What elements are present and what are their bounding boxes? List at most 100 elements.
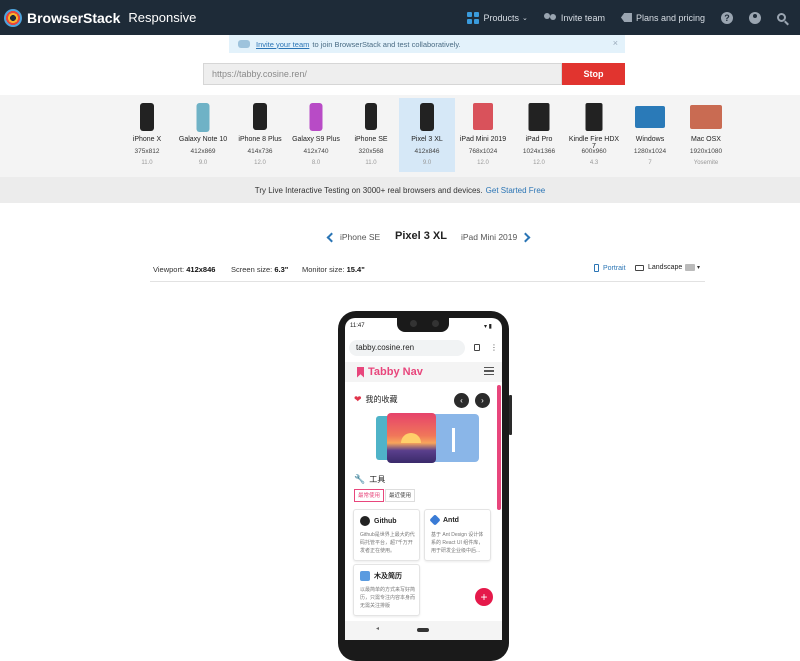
close-icon[interactable]: × [613, 38, 618, 48]
stop-button[interactable]: Stop [562, 63, 625, 85]
more-vert-icon[interactable]: ⋮ [490, 343, 498, 352]
tool-card-resume[interactable]: 木及简历 以最简单的方式来写好简历，只需专注内容本身而无需关注排版 [353, 564, 420, 616]
antd-icon [429, 514, 441, 526]
device-ipad-mini-2019[interactable]: iPad Mini 2019 768x1024 12.0 [455, 98, 511, 172]
grid-icon [466, 11, 479, 24]
tab-most-used[interactable]: 最常使用 [354, 489, 385, 502]
device-os-version: 7 [648, 160, 652, 166]
tool-description: 以最简单的方式来写好简历，只需专注内容本身而无需关注排版 [360, 587, 416, 609]
viewport-label: Viewport: [153, 265, 185, 274]
device-os-version: Yosemite [693, 160, 719, 166]
device-strip: iPhone X 375x812 11.0 Galaxy Note 10 412… [0, 95, 800, 177]
add-button[interactable]: + [475, 588, 493, 606]
device-name: Galaxy Note 10 [178, 136, 228, 143]
favorite-card-image[interactable] [431, 414, 479, 462]
device-name: Pixel 3 XL [411, 136, 443, 143]
device-name: iPhone 8 Plus [238, 136, 282, 143]
help-button[interactable]: ? [721, 11, 733, 24]
landscape-toggle[interactable]: Landscape [635, 264, 682, 271]
screen-options-dropdown[interactable]: ▾ [685, 264, 700, 271]
device-os-version: 9.0 [198, 160, 208, 166]
tool-card-title: Github [360, 516, 397, 526]
live-testing-banner: Try Live Interactive Testing on 3000+ re… [0, 177, 800, 203]
tabs-icon[interactable] [474, 344, 480, 351]
phone-side-button [509, 395, 512, 435]
invite-team-banner-link[interactable]: Invite your team [256, 40, 309, 49]
device-resolution: 320x568 [358, 148, 384, 155]
tool-card-github[interactable]: Github Github是世界上最大的代码托管平台，超7千万开发者正在使用。 [353, 509, 420, 561]
device-galaxy-note-10[interactable]: Galaxy Note 10 412x869 9.0 [175, 98, 231, 172]
caret-down-icon: ▾ [697, 265, 701, 271]
invite-banner: Invite your team to join BrowserStack an… [229, 35, 625, 53]
tablet-icon [528, 103, 550, 131]
top-nav: BrowserStack Responsive Products ⌄ Invit… [0, 0, 800, 35]
screen-size-value: 6.3" [274, 265, 289, 274]
browserstack-logo[interactable]: BrowserStack Responsive [4, 8, 196, 27]
back-icon[interactable]: ◂ [376, 625, 379, 632]
device-mac-osx[interactable]: Mac OSX 1920x1080 Yosemite [678, 98, 734, 172]
device-ipad-pro[interactable]: iPad Pro 1024x1366 12.0 [511, 98, 567, 172]
device-resolution: 412x869 [190, 148, 216, 155]
bookmark-icon [357, 366, 364, 378]
account-icon [749, 11, 761, 24]
url-input[interactable]: https://tabby.cosine.ren/ [203, 63, 562, 85]
get-started-link[interactable]: Get Started Free [486, 186, 546, 195]
device-name: iPad Pro [525, 136, 553, 143]
monitor-size-label: Monitor size: [302, 265, 345, 274]
carousel-prev-button[interactable]: ‹ [454, 393, 469, 408]
account-button[interactable] [749, 11, 761, 24]
search-button[interactable] [777, 13, 786, 22]
tool-card-title: Antd [429, 514, 459, 526]
monitor-icon [635, 106, 665, 128]
viewport-value: 412x846 [186, 265, 216, 274]
tool-name: Antd [443, 516, 459, 524]
device-os-version: 8.0 [311, 160, 321, 166]
plans-pricing-link[interactable]: Plans and pricing [620, 13, 705, 23]
tab-recently-used[interactable]: 最近使用 [385, 489, 416, 502]
favorites-heading: ❤ 我的收藏 [354, 394, 398, 405]
invite-team-link[interactable]: Invite team [543, 12, 605, 23]
menu-icon[interactable] [484, 367, 494, 375]
device-name: iPhone SE [354, 136, 388, 143]
viewport-info: Viewport: 412x846 [153, 265, 215, 274]
portrait-toggle[interactable]: Portrait [594, 264, 626, 272]
device-info-row: Viewport: 412x846 Screen size: 6.3" Moni… [150, 262, 705, 282]
device-os-version: 11.0 [365, 160, 377, 166]
phone-icon [196, 103, 210, 132]
device-name: iPad Mini 2019 [459, 136, 507, 143]
device-iphone-x[interactable]: iPhone X 375x812 11.0 [119, 98, 175, 172]
chevron-left-icon [326, 232, 337, 242]
next-device-button[interactable]: iPad Mini 2019 [461, 232, 531, 242]
device-resolution: 768x1024 [468, 148, 498, 155]
device-resolution: 1024x1366 [522, 148, 556, 155]
favorite-card-image[interactable] [387, 413, 436, 463]
next-device-label: iPad Mini 2019 [461, 232, 518, 242]
scrollbar[interactable] [497, 385, 501, 510]
invite-banner-text: to join BrowserStack and test collaborat… [312, 39, 461, 49]
device-pixel-3-xl[interactable]: Pixel 3 XL 412x846 9.0 [399, 98, 455, 172]
monitor-size-value: 15.4" [346, 265, 365, 274]
monitor-icon [690, 105, 722, 129]
tablet-icon [473, 103, 493, 130]
device-resolution: 1280x1024 [633, 148, 667, 155]
device-iphone-se[interactable]: iPhone SE 320x568 11.0 [343, 98, 399, 172]
phone-icon [253, 103, 267, 130]
products-menu[interactable]: Products ⌄ [466, 11, 528, 24]
device-iphone-8-plus[interactable]: iPhone 8 Plus 414x736 12.0 [232, 98, 288, 172]
previous-device-button[interactable]: iPhone SE [326, 232, 380, 242]
tabby-nav-logo[interactable]: Tabby Nav [357, 366, 423, 378]
home-pill-icon[interactable] [417, 628, 429, 632]
device-kindle-fire-hdx-7[interactable]: Kindle Fire HDX 7 600x960 4.3 [566, 98, 622, 172]
phone-notch [397, 318, 449, 332]
mobile-address-bar[interactable]: tabby.cosine.ren [349, 340, 465, 356]
carousel-next-button[interactable]: › [475, 393, 490, 408]
device-switcher: iPhone SE Pixel 3 XL iPad Mini 2019 [0, 228, 800, 248]
tools-heading: 🔧 工具 [354, 474, 385, 485]
device-windows[interactable]: Windows 1280x1024 7 [622, 98, 678, 172]
device-name: Mac OSX [691, 136, 721, 143]
tool-card-antd[interactable]: Antd 基于 Ant Design 设计体系的 React UI 组件库，用于… [424, 509, 491, 561]
device-galaxy-s9-plus[interactable]: Galaxy S9 Plus 412x740 8.0 [288, 98, 344, 172]
team-icon [238, 40, 250, 48]
search-icon [777, 13, 786, 22]
phone-icon [309, 103, 323, 131]
